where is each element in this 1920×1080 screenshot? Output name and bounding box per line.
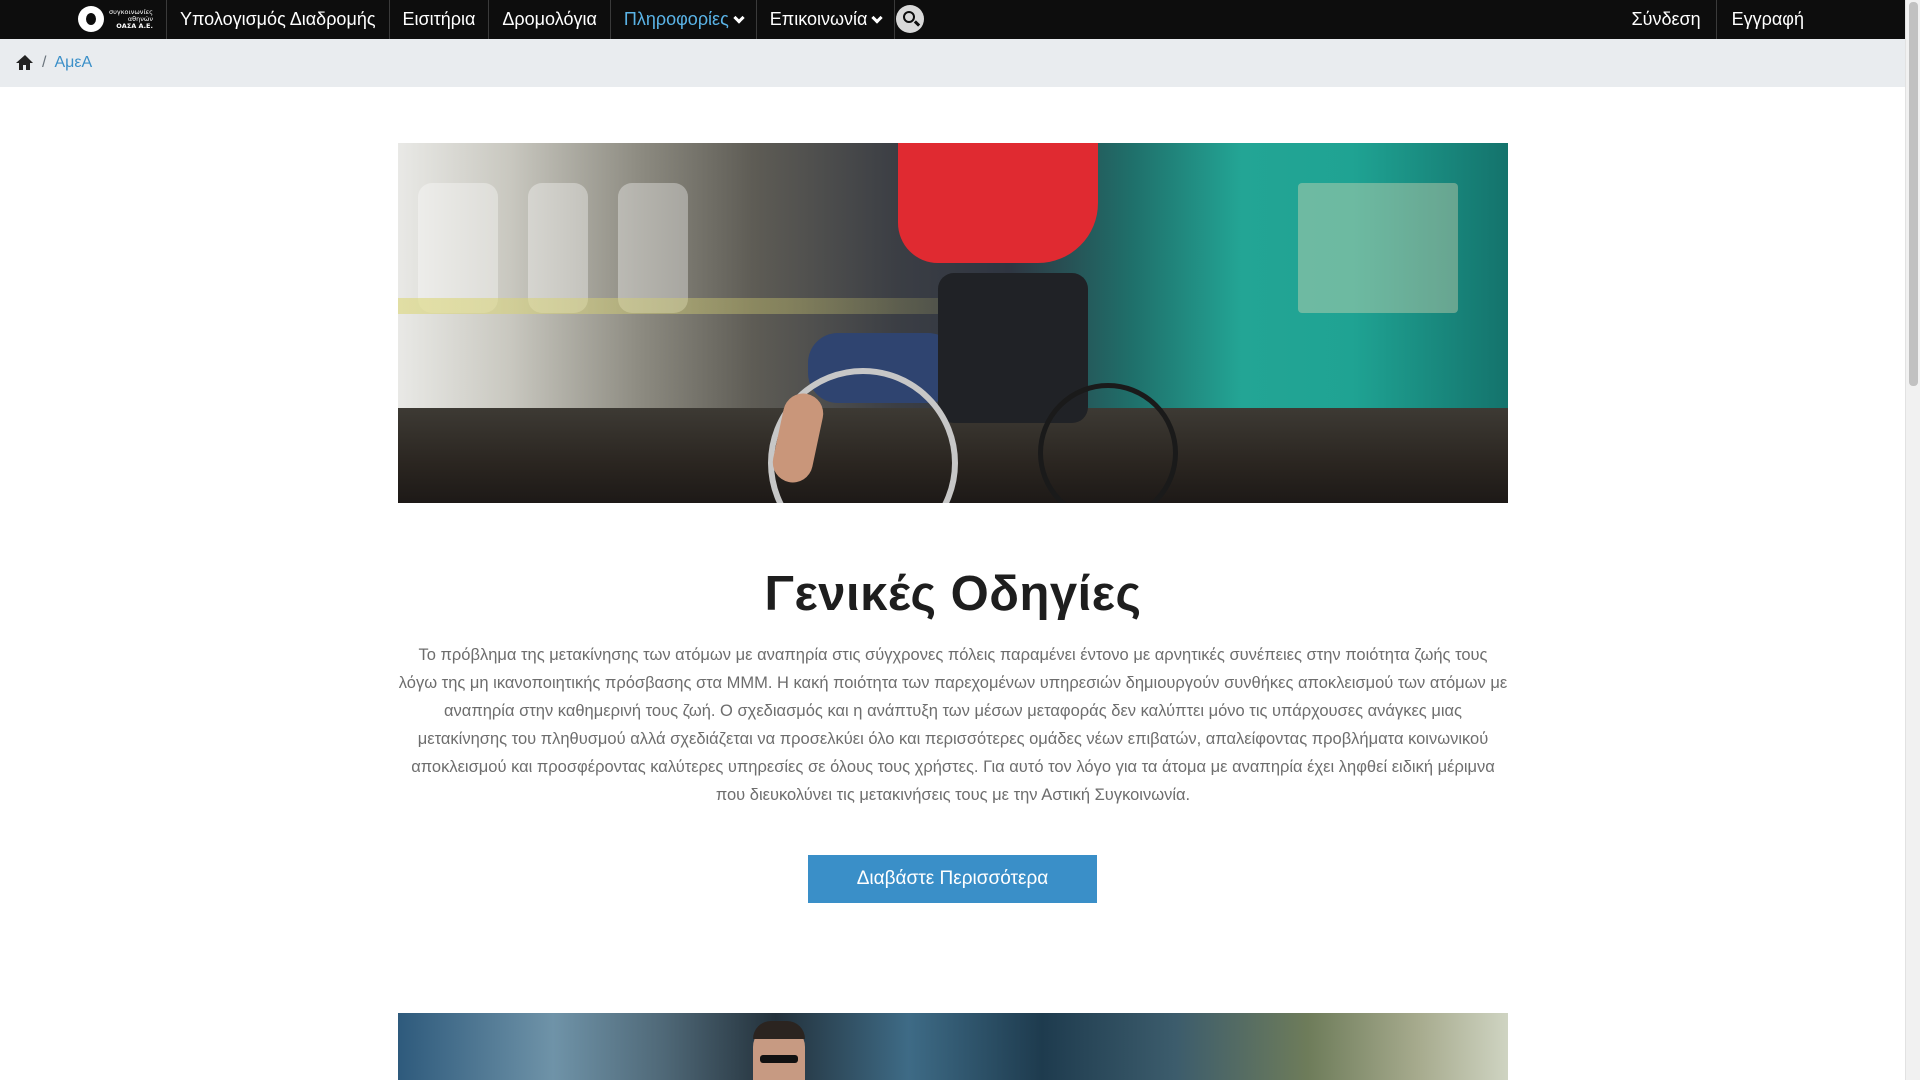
nav-item-contact[interactable]: Επικοινωνία — [755, 0, 895, 39]
register-link[interactable]: Εγγραφή — [1715, 0, 1819, 39]
page-scrollbar[interactable] — [1905, 0, 1920, 1080]
breadcrumb-current[interactable]: ΑμεΑ — [54, 54, 92, 72]
nav-item-schedules[interactable]: Δρομολόγια — [488, 0, 609, 39]
hero-image-wheelchair — [398, 143, 1508, 503]
nav-item-label: Δρομολόγια — [502, 9, 597, 29]
auth-links: Σύνδεση Εγγραφή — [1617, 0, 1819, 39]
nav-item-label: Επικοινωνία — [769, 9, 868, 29]
oasa-logo[interactable]: συγκοινωνίες αθηνών ΟΑΣΑ Α.Ε. — [78, 4, 166, 34]
breadcrumb: / ΑμεΑ — [0, 39, 1905, 87]
intro-paragraph: Το πρόβλημα της μετακίνησης των ατόμων μ… — [398, 646, 1508, 804]
scrollbar-thumb[interactable] — [1909, 2, 1918, 386]
nav-item-label: Υπολογισμός Διαδρομής — [180, 9, 376, 29]
chevron-down-icon — [871, 11, 884, 24]
top-navbar: συγκοινωνίες αθηνών ΟΑΣΑ Α.Ε. Υπολογισμό… — [0, 0, 1905, 39]
page-title: Γενικές Οδηγίες — [764, 567, 1142, 621]
logo-text: συγκοινωνίες αθηνών ΟΑΣΑ Α.Ε. — [109, 8, 153, 30]
nav-item-information[interactable]: Πληροφορίες — [609, 0, 756, 39]
register-label: Εγγραφή — [1731, 9, 1804, 29]
login-link[interactable]: Σύνδεση — [1617, 0, 1716, 39]
nav-item-route-planner[interactable]: Υπολογισμός Διαδρομής — [166, 0, 389, 39]
login-label: Σύνδεση — [1631, 9, 1701, 29]
search-icon-handle — [913, 20, 921, 27]
main-nav: Υπολογισμός Διαδρομής Εισιτήρια Δρομολόγ… — [166, 0, 896, 39]
nav-item-label: Εισιτήρια — [402, 9, 476, 29]
logo-mark-icon — [78, 6, 104, 32]
nav-item-label: Πληροφορίες — [623, 9, 729, 29]
breadcrumb-separator: / — [42, 54, 47, 71]
search-button[interactable] — [896, 5, 924, 33]
read-more-button[interactable]: Διαβάστε Περισσότερα — [808, 855, 1097, 903]
logo-line-3: ΟΑΣΑ Α.Ε. — [116, 21, 153, 30]
chevron-down-icon — [733, 11, 745, 24]
bus-driver-image — [398, 1013, 1508, 1080]
home-icon[interactable] — [16, 55, 33, 71]
nav-item-tickets[interactable]: Εισιτήρια — [388, 0, 489, 39]
